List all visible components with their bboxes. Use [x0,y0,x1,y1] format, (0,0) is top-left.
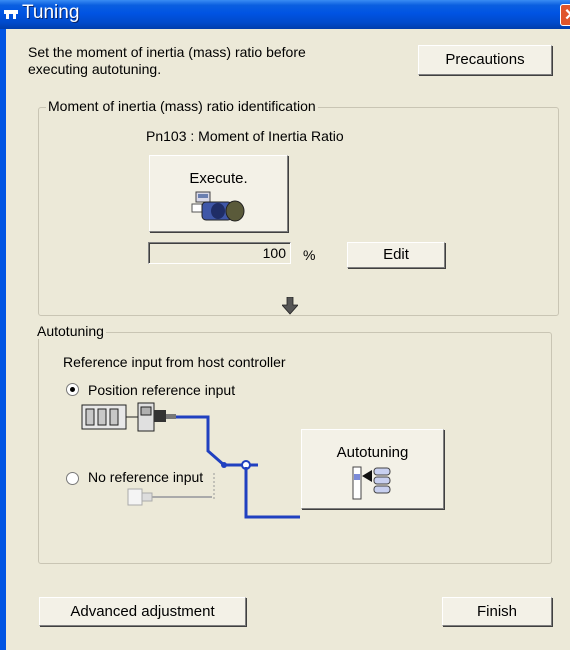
precautions-label: Precautions [445,51,525,68]
intro-text-line2: executing autotuning. [28,61,162,77]
edit-label: Edit [383,246,409,263]
inertia-ratio-field[interactable]: 100 [148,242,291,264]
precautions-button[interactable]: Precautions [418,45,552,75]
execute-button[interactable]: Execute. [149,155,288,232]
dialog-content: Set the moment of inertia (mass) ratio b… [6,29,570,650]
close-button[interactable]: ✕ [560,4,570,26]
edit-button[interactable]: Edit [347,242,445,268]
advanced-adjustment-label: Advanced adjustment [70,603,215,620]
autotuning-button[interactable]: Autotuning [301,429,444,509]
autotuning-label: Autotuning [336,444,409,461]
intro-text-line1: Set the moment of inertia (mass) ratio b… [28,44,306,60]
radio-selected-dot [70,387,75,392]
title-bar[interactable]: Tuning ✕ [0,0,570,29]
execute-label: Execute. [189,170,248,187]
autotuning-group-legend: Autotuning [35,323,106,339]
finish-button[interactable]: Finish [442,597,552,626]
wire-to-autotuning [244,467,300,519]
window-icon [4,10,18,19]
finish-label: Finish [476,603,517,620]
autotuning-icon [352,466,391,500]
reference-label: Reference input from host controller [63,354,286,370]
tuning-window: Tuning ✕ Set the moment of inertia (mass… [0,0,570,650]
radio-position-reference-label: Position reference input [88,382,236,398]
advanced-adjustment-button[interactable]: Advanced adjustment [39,597,246,626]
inertia-ratio-value: 100 [262,245,286,261]
inertia-ratio-unit: % [303,247,316,263]
radio-no-reference[interactable] [66,472,79,485]
param-label: Pn103 : Moment of Inertia Ratio [146,128,344,144]
window-title: Tuning [22,2,80,23]
down-arrow-icon [282,297,298,315]
close-icon: ✕ [564,5,570,25]
radio-position-reference[interactable] [66,383,79,396]
inertia-group-legend: Moment of inertia (mass) ratio identific… [46,98,318,114]
servo-motor-icon [191,191,245,222]
